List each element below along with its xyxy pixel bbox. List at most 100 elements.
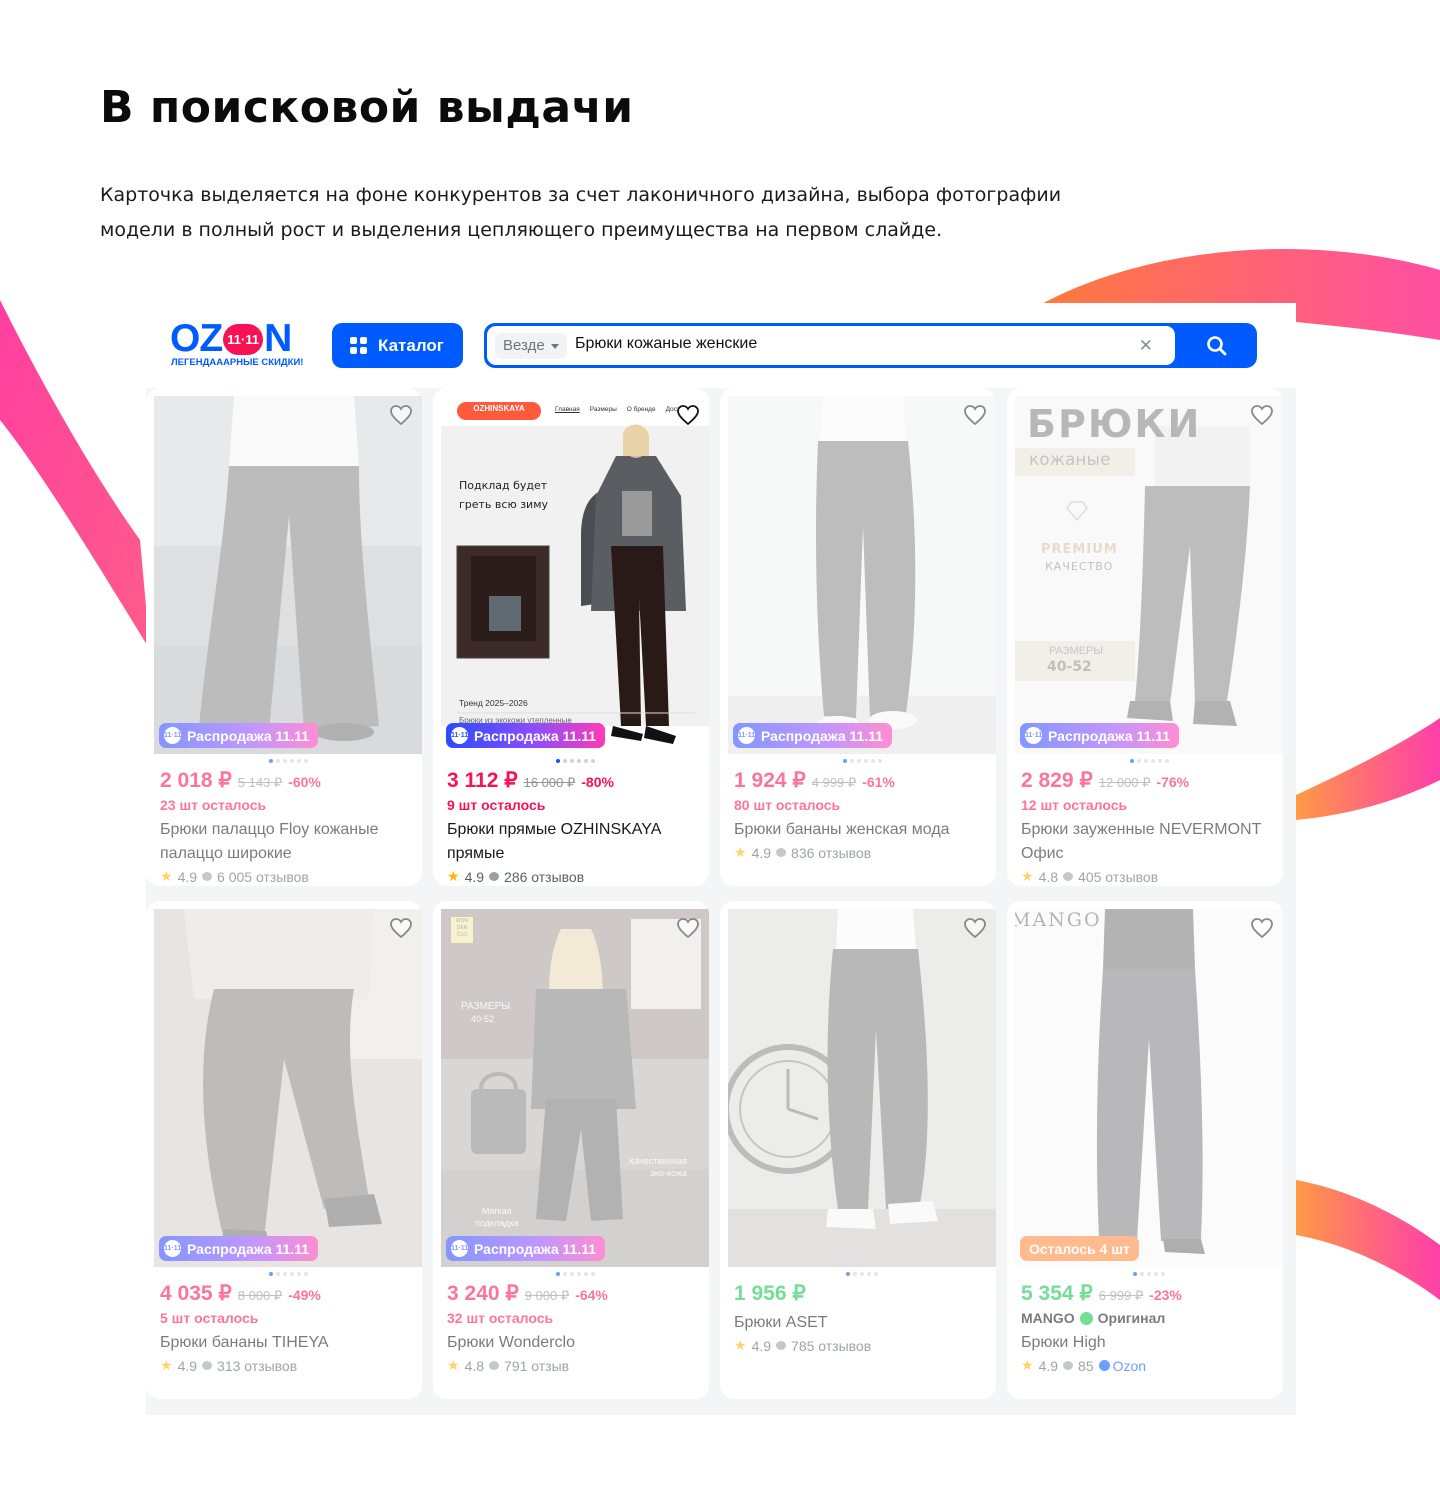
heart-icon[interactable] [675, 915, 701, 941]
reviews-icon [489, 1361, 500, 1370]
verified-check-icon [1079, 1311, 1093, 1325]
product-card[interactable]: MANGO Осталось 4 шт 5 354 ₽ 6 999 ₽ -23% M… [1007, 901, 1283, 1399]
reviews-icon [776, 1341, 787, 1350]
catalog-button[interactable]: Каталог [332, 323, 463, 368]
brand-name[interactable]: MANGO [1021, 1310, 1075, 1326]
sale-11-11-icon: 11·11 [164, 1240, 181, 1257]
product-info: 5 354 ₽ 6 999 ₽ -23% MANGO Оригинал Брюки H… [1021, 1281, 1277, 1374]
product-photo[interactable]: 11·11 Распродажа 11.11 [154, 909, 422, 1267]
sale-11-11-icon: 11·11 [451, 1240, 468, 1257]
product-name[interactable]: Брюки прямые OZHINSKAYA прямые [447, 818, 703, 866]
product-name[interactable]: Брюки бананы TIHEYA [160, 1331, 416, 1355]
product-info: 4 035 ₽ 8 000 ₽ -49% 5 шт осталось Брюки б… [160, 1281, 416, 1374]
close-icon[interactable]: ✕ [1139, 336, 1153, 356]
ozon-logo[interactable]: OZ 11·11 N ЛЕГЕНДАААРНЫЕ СКИДКИ! [170, 319, 310, 369]
product-card[interactable]: 11·11 Распродажа 11.11 2 018 ₽ 5 143 ₽ -60%… [146, 388, 422, 886]
product-photo[interactable]: OZHINSKAYA Главная Размеры О бренде Дост По… [441, 396, 709, 754]
ozon-seller-icon [1098, 1360, 1110, 1371]
heart-icon[interactable] [675, 402, 701, 428]
search-button[interactable] [1177, 323, 1257, 368]
heart-icon[interactable] [1249, 915, 1275, 941]
search-field[interactable]: Везде Брюки кожаные женские ✕ [487, 326, 1175, 365]
product-old-price: 12 000 ₽ [1098, 775, 1151, 790]
original-label: Оригинал [1097, 1310, 1166, 1326]
stock-left: 80 шт осталось [734, 797, 841, 813]
brand-logo-text: WON DER CLO [455, 918, 469, 938]
sale-11-11-icon: 11·11 [164, 727, 181, 744]
star-icon: ★ [160, 1357, 173, 1373]
product-price: 2 829 ₽ [1021, 769, 1093, 792]
product-photo[interactable]: БРЮКИ кожаные PREMIUM КАЧЕСТВО РАЗМЕРЫ 4… [1015, 396, 1283, 754]
product-name[interactable]: Брюки ASET [734, 1311, 990, 1335]
stock-badge: Осталось 4 шт [1020, 1236, 1139, 1261]
heart-icon[interactable] [1249, 402, 1275, 428]
sale-11-11-icon: 11·11 [451, 727, 468, 744]
photo-straight-pants [728, 396, 996, 754]
heart-icon[interactable] [388, 915, 414, 941]
stock-left: 12 шт осталось [1021, 797, 1128, 813]
rating-row: ★ 4.9 836 отзывов [734, 844, 872, 861]
photo-carousel-dots [1015, 759, 1283, 763]
sale-11-11-icon: 11·11 [1025, 727, 1042, 744]
page-title: В поисковой выдачи [100, 82, 634, 133]
search-input[interactable]: Брюки кожаные женские [575, 335, 757, 353]
ozon-screenshot: OZ 11·11 N ЛЕГЕНДАААРНЫЕ СКИДКИ! Каталог В… [146, 303, 1296, 1415]
promo-trend: Тренд 2025–2026 [459, 698, 528, 708]
reviews-icon [202, 872, 213, 881]
banner-quality: КАЧЕСТВО [1045, 560, 1114, 573]
heart-icon[interactable] [962, 915, 988, 941]
rating-row: ★ 4.8 791 отзыв [447, 1357, 570, 1374]
seller-ozon: Ozon [1098, 1358, 1146, 1374]
banner-premium: PREMIUM [1041, 542, 1118, 557]
product-card[interactable]: 1 956 ₽ Брюки ASET ★ 4.9 785 отзывов [720, 901, 996, 1399]
brand-row: MANGO Оригинал [1021, 1310, 1277, 1326]
product-name[interactable]: Брюки зауженные NEVERMONT Офис [1021, 818, 1277, 866]
photo-carousel-dots [728, 759, 996, 763]
heart-icon[interactable] [962, 402, 988, 428]
reviews-icon [489, 872, 500, 881]
product-card[interactable]: 11·11 Распродажа 11.11 1 924 ₽ 4 999 ₽ -61%… [720, 388, 996, 886]
search-scope-select[interactable]: Везде [495, 333, 567, 359]
product-name[interactable]: Брюки палаццо Floy кожаные палаццо широк… [160, 818, 416, 866]
rating-row: ★ 4.9 6 005 отзывов [160, 868, 309, 885]
stock-left: 23 шт осталось [160, 797, 267, 813]
product-name[interactable]: Брюки Wonderclo [447, 1331, 703, 1355]
page-description: Карточка выделяется на фоне конкурентов … [100, 184, 1062, 241]
rating-row: ★ 4.8 405 отзывов [1021, 868, 1159, 885]
stock-left: 9 шт осталось [447, 797, 546, 813]
product-photo[interactable]: 11·11 Распродажа 11.11 [728, 396, 996, 754]
product-photo[interactable]: MANGO Осталось 4 шт [1015, 909, 1283, 1267]
heart-icon[interactable] [388, 402, 414, 428]
sale-badge: 11·11 Распродажа 11.11 [446, 1236, 606, 1261]
sale-badge: 11·11 Распродажа 11.11 [733, 723, 893, 748]
product-photo[interactable] [728, 909, 996, 1267]
product-card[interactable]: БРЮКИ кожаные PREMIUM КАЧЕСТВО РАЗМЕРЫ 4… [1007, 388, 1283, 886]
product-old-price: 16 000 ₽ [523, 775, 576, 790]
product-card[interactable]: WON DER CLO РАЗМЕРЫ 40-52 Качественная эк… [433, 901, 709, 1399]
product-photo[interactable]: 11·11 Распродажа 11.11 [154, 396, 422, 754]
photo-carousel-dots [441, 759, 709, 763]
product-card[interactable]: 11·11 Распродажа 11.11 4 035 ₽ 8 000 ₽ -49%… [146, 901, 422, 1399]
star-icon: ★ [1021, 1357, 1034, 1373]
photo-carousel-dots [728, 1272, 996, 1276]
product-old-price: 8 000 ₽ [237, 1288, 283, 1303]
sale-badge: 11·11 Распродажа 11.11 [159, 1236, 319, 1261]
product-card-highlighted[interactable]: OZHINSKAYA Главная Размеры О бренде Дост По… [433, 388, 709, 886]
sale-badge: 11·11 Распродажа 11.11 [446, 723, 606, 748]
sizes-value: 40-52 [471, 1014, 495, 1024]
product-discount: -60% [288, 774, 321, 790]
product-photo[interactable]: WON DER CLO РАЗМЕРЫ 40-52 Качественная эк… [441, 909, 709, 1267]
photo-mango-pants [1015, 909, 1283, 1267]
star-icon: ★ [734, 844, 747, 860]
product-old-price: 9 000 ₽ [524, 1288, 570, 1303]
product-name[interactable]: Брюки бананы женская мода [734, 818, 990, 842]
mango-photo-logo: MANGO [1015, 909, 1102, 931]
sale-11-11-badge: 11·11 [223, 323, 264, 355]
product-price: 3 240 ₽ [447, 1282, 519, 1305]
rating-row: ★ 4.9 785 отзывов [734, 1337, 872, 1354]
product-info: 2 018 ₽ 5 143 ₽ -60% 23 шт осталось Брюки … [160, 768, 416, 885]
stock-left: 5 шт осталось [160, 1310, 259, 1326]
grid-icon [350, 337, 367, 354]
product-name[interactable]: Брюки High [1021, 1331, 1277, 1355]
banner-sizes-label: РАЗМЕРЫ [1049, 645, 1104, 657]
